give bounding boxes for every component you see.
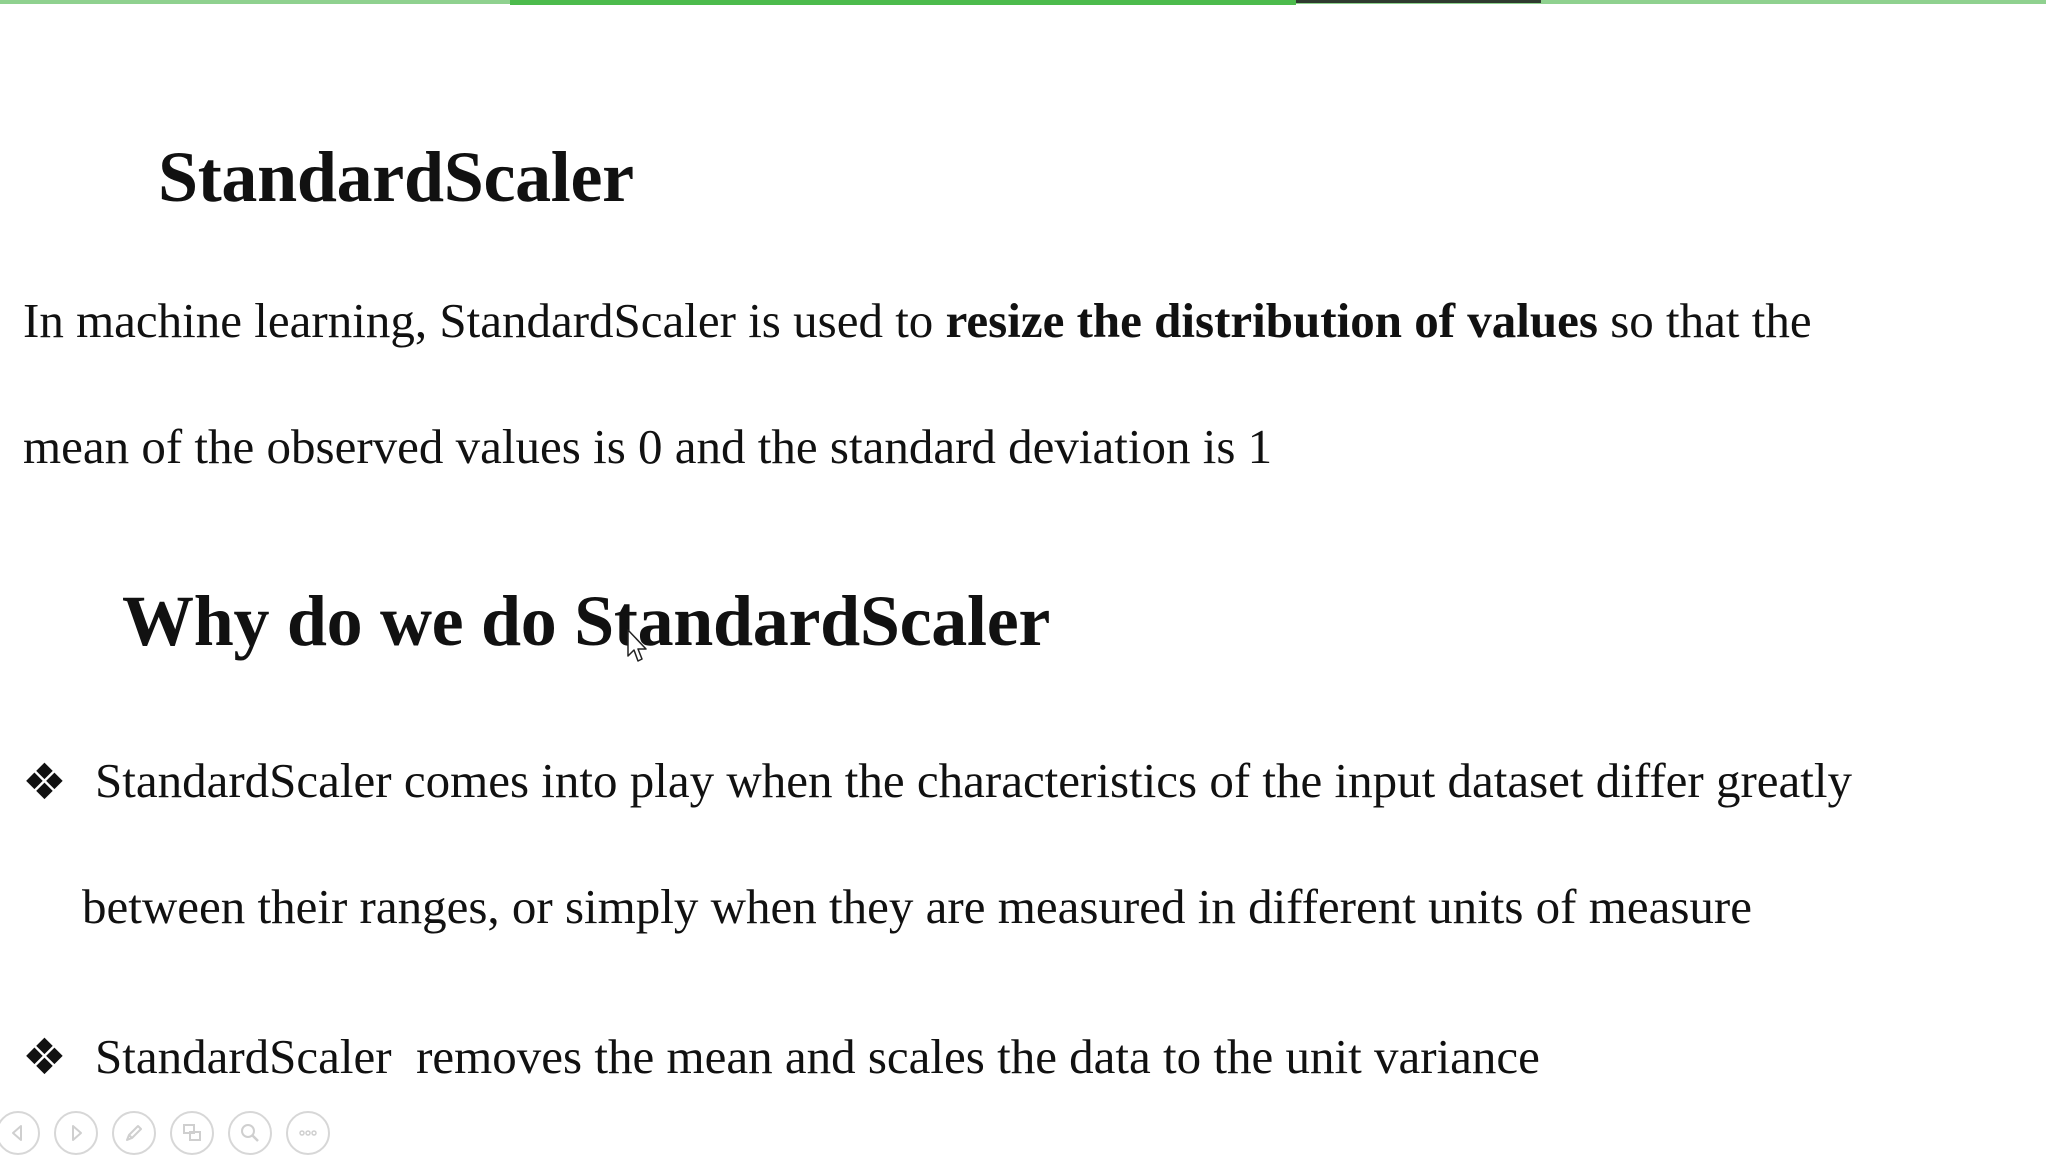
next-icon <box>72 1125 82 1141</box>
definition-bold-phrase: resize the distribution of values <box>945 293 1598 348</box>
mouse-pointer-icon <box>627 629 647 662</box>
pen-icon <box>126 1125 142 1141</box>
zoom-icon <box>241 1124 259 1142</box>
definition-text-before: In machine learning, StandardScaler is u… <box>23 293 946 348</box>
diamond-bullet-icon: ❖ <box>22 753 67 811</box>
next-slide-button[interactable] <box>54 1111 98 1155</box>
diamond-bullet-icon: ❖ <box>22 1028 67 1086</box>
definition-line-2: mean of the observed values is 0 and the… <box>23 419 1273 474</box>
slideshow-toolbar <box>0 1110 330 1156</box>
slide-title: StandardScaler <box>158 137 634 217</box>
more-options-button[interactable] <box>286 1111 330 1155</box>
pen-tool-button[interactable] <box>112 1111 156 1155</box>
bullet-2-line-1: StandardScaler removes the mean and scal… <box>95 1029 1540 1084</box>
zoom-button[interactable] <box>228 1111 272 1155</box>
definition-text-after: so that the <box>1597 293 1812 348</box>
definition-line-1: In machine learning, StandardScaler is u… <box>23 292 1812 349</box>
bullet-1-line-2: between their ranges, or simply when the… <box>82 879 1752 934</box>
more-icon <box>299 1130 317 1136</box>
slides-icon <box>183 1124 201 1141</box>
previous-slide-button[interactable] <box>0 1111 40 1155</box>
slide-subtitle: Why do we do StandardScaler <box>122 581 1051 661</box>
all-slides-button[interactable] <box>170 1111 214 1155</box>
presentation-slide: StandardScaler In machine learning, Stan… <box>0 0 2046 1156</box>
bullet-1-line-1: StandardScaler comes into play when the … <box>95 753 1853 808</box>
previous-icon <box>12 1125 22 1141</box>
